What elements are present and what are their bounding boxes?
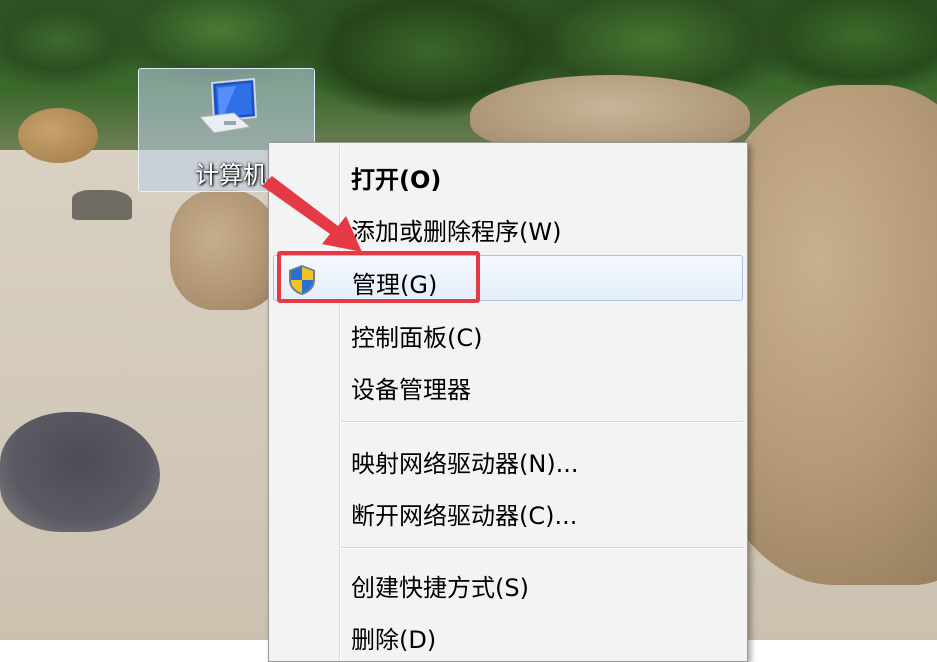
wallpaper-boulder [18,108,98,163]
wallpaper-boulder [170,190,280,310]
menu-separator [341,421,743,423]
desktop-icon-label: 计算机 [195,161,267,189]
menu-item-label: 断开网络驱动器(C)... [351,502,578,530]
menu-item-label: 设备管理器 [351,376,471,404]
menu-item-open[interactable]: 打开(O) [273,151,743,197]
menu-item-label: 映射网络驱动器(N)... [351,450,579,478]
menu-item-map-network-drive[interactable]: 映射网络驱动器(N)... [273,435,743,481]
menu-item-add-remove-programs[interactable]: 添加或删除程序(W) [273,203,743,249]
menu-item-control-panel[interactable]: 控制面板(C) [273,309,743,355]
menu-item-disconnect-network-drive[interactable]: 断开网络驱动器(C)... [273,487,743,533]
menu-item-label: 控制面板(C) [351,324,483,352]
menu-item-label: 创建快捷方式(S) [351,574,529,602]
computer-icon [198,77,258,134]
wallpaper-rock [72,190,132,220]
menu-item-device-manager[interactable]: 设备管理器 [273,361,743,407]
menu-item-create-shortcut[interactable]: 创建快捷方式(S) [273,559,743,605]
wallpaper-shadow [0,412,160,532]
menu-item-label: 删除(D) [351,626,437,654]
context-menu: 打开(O) 添加或删除程序(W) 管理(G) 控制面板(C) 设备管理器 映射网… [268,142,748,662]
menu-item-label: 打开(O) [351,166,442,194]
menu-separator [341,547,743,549]
annotation-highlight-box [277,251,480,303]
menu-item-delete[interactable]: 删除(D) [273,611,743,657]
menu-item-label: 添加或删除程序(W) [351,218,562,246]
